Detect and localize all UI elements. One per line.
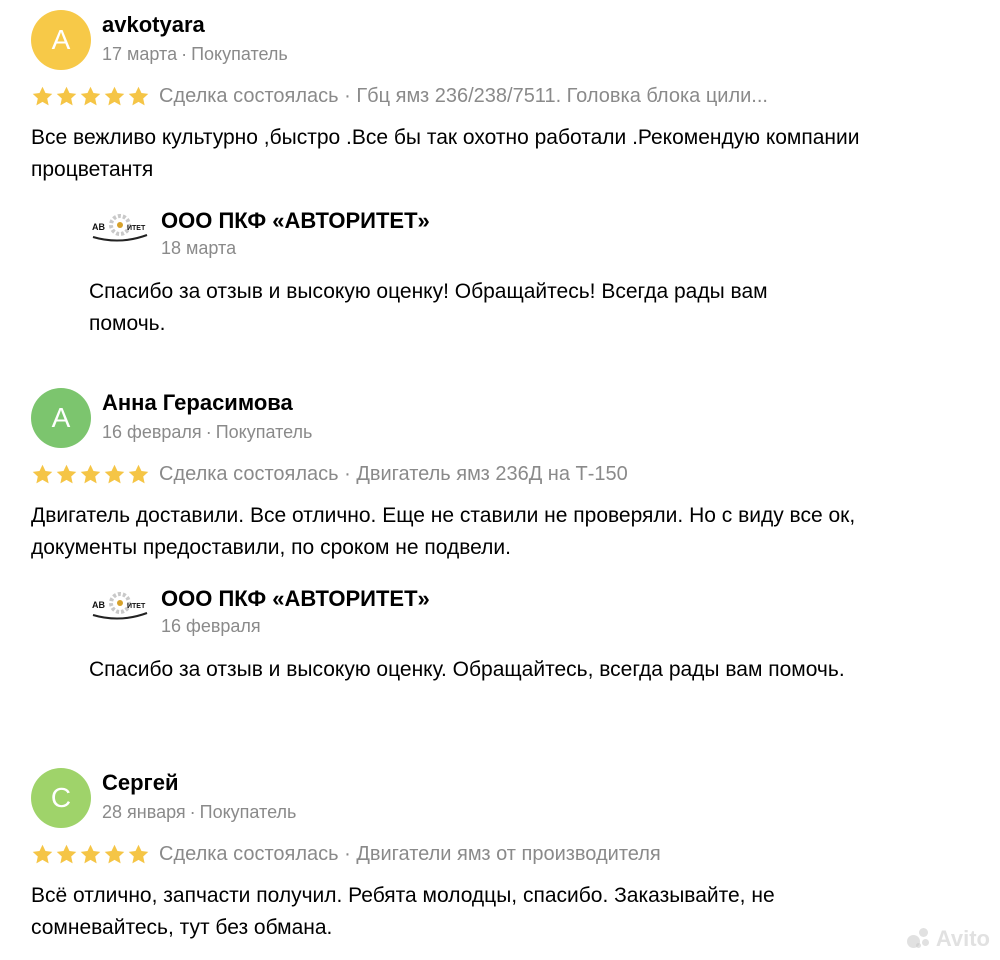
reply-date: 18 марта [161,238,237,258]
star-icon [31,85,54,108]
review-text: Все вежливо культурно ,быстро .Все бы та… [31,126,860,181]
review-date: 17 марта [102,44,178,64]
company-logo[interactable]: АВ ИТЕТ [89,585,151,625]
review-date: 16 февраля [102,422,202,442]
company-name[interactable]: ООО ПКФ «АВТОРИТЕТ» [161,208,430,234]
deal-link[interactable]: Сделка состоялась · Двигатели ямз от про… [159,843,661,866]
svg-text:АВ: АВ [92,222,105,232]
star-icon [103,85,126,108]
star-icon [55,85,78,108]
star-icon [103,843,126,866]
avatar[interactable]: A [31,10,91,70]
avito-logo-icon [906,928,933,950]
review-meta: 16 февраля · Покупатель [102,422,312,443]
meta-separator: · [205,422,212,442]
star-icon [127,463,150,486]
review-meta: 17 марта · Покупатель [102,44,288,65]
meta-separator: · [181,44,188,64]
rating-row: Сделка состоялась · Гбц ямз 236/238/7511… [31,83,861,109]
avatar[interactable]: С [31,768,91,828]
star-icon [79,463,102,486]
deal-link[interactable]: Сделка состоялась · Двигатель ямз 236Д н… [159,463,628,486]
review-meta: 28 января · Покупатель [102,802,296,823]
review-role: Покупатель [191,44,288,64]
star-icon [55,463,78,486]
review-text: Двигатель доставили. Все отлично. Еще не… [31,504,856,559]
reply-text: Спасибо за отзыв и высокую оценку! Обращ… [89,280,768,335]
star-icon [79,85,102,108]
star-icon [79,843,102,866]
avito-watermark: Avito [906,926,990,952]
svg-text:АВ: АВ [92,600,105,610]
rating-row: Сделка состоялась · Двигатель ямз 236Д н… [31,461,861,487]
deal-link[interactable]: Сделка состоялась · Гбц ямз 236/238/7511… [159,85,768,108]
star-rating [31,843,150,866]
avatar[interactable]: А [31,388,91,448]
review-author[interactable]: avkotyara [102,12,205,38]
meta-separator: · [189,802,196,822]
star-icon [103,463,126,486]
review-author[interactable]: Анна Герасимова [102,390,293,416]
review-text: Всё отлично, запчасти получил. Ребята мо… [31,884,775,939]
rating-row: Сделка состоялась · Двигатели ямз от про… [31,841,861,867]
star-rating [31,85,150,108]
review-role: Покупатель [199,802,297,822]
star-icon [31,843,54,866]
review-date: 28 января [102,802,186,822]
svg-text:ИТЕТ: ИТЕТ [127,225,146,232]
reply-text: Спасибо за отзыв и высокую оценку. Обращ… [89,658,845,681]
star-icon [127,843,150,866]
star-icon [31,463,54,486]
svg-text:ИТЕТ: ИТЕТ [127,603,146,610]
star-icon [55,843,78,866]
review-author[interactable]: Сергей [102,770,178,796]
reply-date: 16 февраля [161,616,261,636]
company-name[interactable]: ООО ПКФ «АВТОРИТЕТ» [161,586,430,612]
star-icon [127,85,150,108]
company-logo[interactable]: АВ ИТЕТ [89,207,151,247]
watermark-text: Avito [935,926,990,951]
star-rating [31,463,150,486]
review-role: Покупатель [215,422,313,442]
